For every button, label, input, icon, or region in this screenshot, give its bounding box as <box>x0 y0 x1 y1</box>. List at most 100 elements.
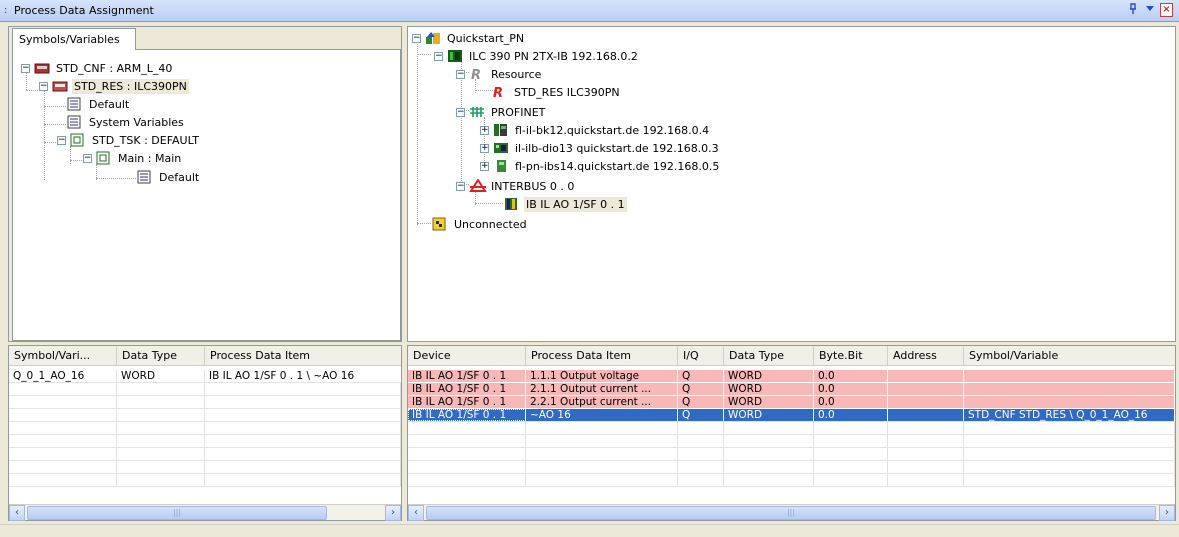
symbol-grid[interactable]: Symbol/Vari... Data Type Process Data It… <box>8 345 402 521</box>
column-header-address[interactable]: Address <box>888 346 964 365</box>
tree-item-std-cnf[interactable]: − STD_CNF : ARM_L_40 <box>21 59 174 77</box>
column-header-symbol-variable[interactable]: Symbol/Variable <box>964 346 1175 365</box>
table-row[interactable]: IB IL AO 1/SF 0 . 1 2.2.1 Output current… <box>408 396 1175 409</box>
scroll-left-button[interactable]: ‹ <box>9 505 25 521</box>
column-header-symbol[interactable]: Symbol/Vari... <box>9 346 117 365</box>
empty-row <box>408 448 1175 461</box>
tree-item-system-variables[interactable]: System Variables <box>67 113 186 131</box>
tree-item-std-tsk[interactable]: − STD_TSK : DEFAULT <box>57 131 201 149</box>
horizontal-scrollbar[interactable]: ‹ ||| › <box>9 504 401 521</box>
empty-row <box>408 474 1175 487</box>
unconnected-icon <box>432 217 448 231</box>
bus-coupler-icon <box>493 123 509 137</box>
device-tree[interactable]: − Quickstart_PN − ILC 390 PN 2TX-IB 192.… <box>407 26 1176 342</box>
grid-header: Device Process Data Item I/Q Data Type B… <box>408 346 1175 366</box>
expand-icon[interactable]: + <box>480 125 489 135</box>
collapse-icon[interactable]: − <box>456 69 465 79</box>
variable-group-icon <box>67 115 83 129</box>
column-header-process-data-item[interactable]: Process Data Item <box>526 346 678 365</box>
task-icon <box>70 133 86 147</box>
empty-row <box>408 435 1175 448</box>
column-header-iq[interactable]: I/Q <box>678 346 724 365</box>
table-row[interactable]: Q_0_1_AO_16 WORD IB IL AO 1/SF 0 . 1 \ ~… <box>9 370 401 383</box>
configuration-icon <box>34 61 50 75</box>
controller-icon <box>447 49 463 63</box>
variable-group-icon <box>137 170 153 184</box>
table-row-selected[interactable]: IB IL AO 1/SF 0 . 1 ~AO 16 Q WORD 0.0 ST… <box>408 409 1175 422</box>
tree-item-il-ilb-dio13[interactable]: + il-ilb-dio13 quickstart.de 192.168.0.3 <box>480 139 721 157</box>
empty-row <box>408 461 1175 474</box>
process-data-grid[interactable]: Device Process Data Item I/Q Data Type B… <box>407 345 1176 521</box>
column-header-process-data-item[interactable]: Process Data Item <box>205 346 401 365</box>
scroll-right-button[interactable]: › <box>385 505 401 521</box>
collapse-icon[interactable]: − <box>456 107 465 117</box>
profinet-icon <box>469 105 485 119</box>
resource-r-gray-icon: R <box>469 67 485 83</box>
table-row[interactable]: IB IL AO 1/SF 0 . 1 1.1.1 Output voltage… <box>408 370 1175 383</box>
resource-icon <box>52 79 68 93</box>
empty-row <box>9 448 401 461</box>
tree-item-unconnected[interactable]: Unconnected <box>432 215 529 233</box>
tree-item-ilc-390[interactable]: − ILC 390 PN 2TX-IB 192.168.0.2 <box>434 47 640 65</box>
symbols-tree[interactable]: − STD_CNF : ARM_L_40 − STD_RES : ILC390P… <box>12 49 401 341</box>
tree-item-main[interactable]: − Main : Main <box>83 149 183 167</box>
collapse-icon[interactable]: − <box>456 181 465 191</box>
tree-item-profinet[interactable]: − PROFINET <box>456 103 547 121</box>
analog-module-icon <box>504 197 520 211</box>
tree-item-default[interactable]: Default <box>67 95 131 113</box>
tree-item-ib-il-ao[interactable]: IB IL AO 1/SF 0 . 1 <box>504 195 627 213</box>
empty-row <box>408 422 1175 435</box>
scroll-thumb[interactable]: ||| <box>27 506 327 520</box>
empty-row <box>9 435 401 448</box>
resource-r-red-icon: R <box>492 85 508 101</box>
variable-group-icon <box>67 97 83 111</box>
collapse-icon[interactable]: − <box>21 63 30 73</box>
column-header-byte-bit[interactable]: Byte.Bit <box>814 346 888 365</box>
proxy-icon <box>493 159 509 173</box>
empty-row <box>9 396 401 409</box>
tree-item-resource[interactable]: − R Resource <box>456 65 543 83</box>
panel-title-bar: : Process Data Assignment × <box>0 0 1179 22</box>
collapse-icon[interactable]: − <box>412 33 421 43</box>
collapse-icon[interactable]: − <box>434 51 443 61</box>
column-header-data-type[interactable]: Data Type <box>724 346 814 365</box>
expand-icon[interactable]: + <box>480 161 489 171</box>
svg-text:R: R <box>493 86 503 99</box>
dropdown-icon[interactable] <box>1143 3 1156 17</box>
interbus-icon <box>469 178 487 193</box>
empty-row <box>9 461 401 474</box>
tree-item-fl-il-bk12[interactable]: + fl-il-bk12.quickstart.de 192.168.0.4 <box>480 121 711 139</box>
tab-symbols-variables[interactable]: Symbols/Variables <box>12 28 136 50</box>
program-icon <box>96 151 112 165</box>
tree-item-std-res-ilc390pn[interactable]: R STD_RES ILC390PN <box>492 83 622 102</box>
tree-item-quickstart-pn[interactable]: − Quickstart_PN <box>412 29 526 47</box>
tree-item-fl-pn-ibs14[interactable]: + fl-pn-ibs14.quickstart.de 192.168.0.5 <box>480 157 721 175</box>
tree-item-interbus[interactable]: − INTERBUS 0 . 0 <box>456 177 576 195</box>
scroll-thumb[interactable]: ||| <box>426 506 1156 520</box>
close-icon[interactable]: × <box>1160 3 1173 17</box>
tree-item-main-default[interactable]: Default <box>137 168 201 186</box>
column-header-device[interactable]: Device <box>408 346 526 365</box>
svg-text:R: R <box>471 68 481 81</box>
scroll-left-button[interactable]: ‹ <box>408 505 424 521</box>
column-header-data-type[interactable]: Data Type <box>117 346 205 365</box>
empty-row <box>9 474 401 487</box>
collapse-icon[interactable]: − <box>39 81 48 91</box>
pin-icon[interactable] <box>1126 3 1139 17</box>
panel-title: Process Data Assignment <box>14 4 154 17</box>
expand-icon[interactable]: + <box>480 143 489 153</box>
empty-row <box>9 422 401 435</box>
io-module-icon <box>493 141 509 155</box>
horizontal-scrollbar[interactable]: ‹ ||| › <box>408 504 1175 521</box>
table-row[interactable]: IB IL AO 1/SF 0 . 1 2.1.1 Output current… <box>408 383 1175 396</box>
grid-header: Symbol/Vari... Data Type Process Data It… <box>9 346 401 366</box>
collapse-icon[interactable]: − <box>83 153 92 163</box>
drag-grip[interactable]: : <box>4 5 10 16</box>
empty-row <box>9 383 401 396</box>
status-bar <box>0 524 1179 537</box>
project-icon <box>425 31 441 45</box>
scroll-right-button[interactable]: › <box>1159 505 1175 521</box>
collapse-icon[interactable]: − <box>57 135 66 145</box>
tree-item-std-res[interactable]: − STD_RES : ILC390PN <box>39 77 189 95</box>
empty-row <box>9 409 401 422</box>
